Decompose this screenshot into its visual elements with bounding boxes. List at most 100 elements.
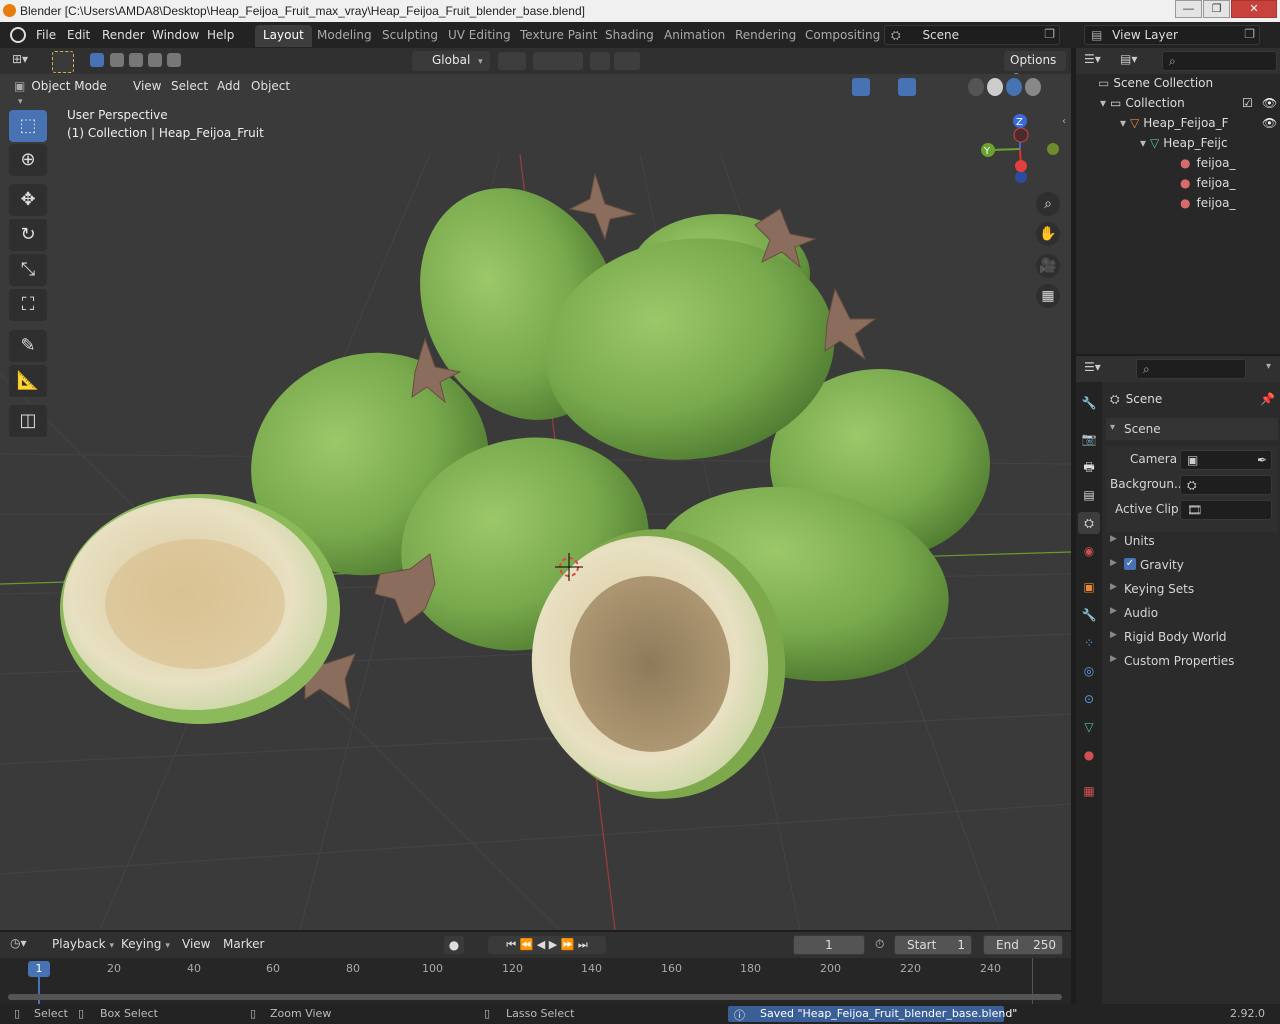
- options-dropdown[interactable]: Options: [1004, 51, 1066, 71]
- chevron-down-icon[interactable]: ▾: [1266, 361, 1271, 372]
- expand-arrow-icon[interactable]: ▾: [1120, 116, 1126, 130]
- outliner-display-mode-icon[interactable]: ▤▾: [1120, 52, 1148, 70]
- stopwatch-icon[interactable]: ⏱: [875, 937, 884, 952]
- start-frame-field[interactable]: Start 1: [894, 935, 972, 955]
- outliner-editor-type-icon[interactable]: ☰▾: [1084, 52, 1112, 70]
- snap-icon[interactable]: [533, 52, 583, 70]
- timeline-menu-keying[interactable]: Keying: [121, 937, 170, 951]
- tab-layout[interactable]: Layout: [255, 25, 312, 47]
- transform-tool-icon[interactable]: ⛶: [9, 289, 47, 321]
- data-tab-icon[interactable]: ▽: [1078, 716, 1100, 738]
- cursor-tool-icon[interactable]: ⊕: [9, 144, 47, 176]
- navigation-gizmo[interactable]: [989, 122, 1059, 183]
- gravity-section[interactable]: ▶ ✓ Gravity: [1106, 554, 1278, 576]
- view-layer-selector[interactable]: ▤ View Layer ❐: [1084, 25, 1260, 45]
- viewport-menu-add[interactable]: Add: [217, 79, 240, 93]
- tab-uv-editing[interactable]: UV Editing: [440, 25, 519, 47]
- playback-controls[interactable]: ⏮ ⏪ ◀ ▶ ⏩ ⏭: [488, 936, 606, 954]
- pivot-point-icon[interactable]: [498, 52, 526, 70]
- mode-subtract-icon[interactable]: [129, 53, 143, 67]
- background-scene-field[interactable]: ⛭: [1180, 475, 1272, 495]
- viewport-menu-object[interactable]: Object: [251, 79, 290, 93]
- rigid-body-world-section[interactable]: ▶ Rigid Body World: [1106, 626, 1278, 648]
- particles-tab-icon[interactable]: ⁘: [1078, 632, 1100, 654]
- record-icon[interactable]: ●: [444, 936, 464, 954]
- tool-tab-icon[interactable]: 🔧: [1078, 392, 1100, 414]
- mode-intersect-icon[interactable]: [167, 53, 181, 67]
- outliner-row-material[interactable]: ● feijoa_: [1180, 156, 1235, 176]
- overlay-toggle-icon[interactable]: [898, 78, 916, 96]
- properties-search-input[interactable]: ⌕: [1136, 359, 1246, 379]
- outliner-search-input[interactable]: ⌕: [1162, 51, 1277, 71]
- menu-edit[interactable]: Edit: [67, 28, 90, 42]
- tab-sculpting[interactable]: Sculpting: [374, 25, 446, 47]
- scene-selector[interactable]: ⛭ Scene ❐: [884, 25, 1060, 45]
- current-frame-marker[interactable]: 1: [28, 961, 50, 977]
- expand-arrow-icon[interactable]: ▾: [1100, 96, 1106, 110]
- timeline-menu-view[interactable]: View: [182, 937, 210, 951]
- 3d-viewport[interactable]: Z Y ▣ Object Mode View Select Add Object …: [0, 74, 1071, 930]
- mode-invert-icon[interactable]: [148, 53, 162, 67]
- mode-extend-icon[interactable]: [110, 53, 124, 67]
- measure-tool-icon[interactable]: 📐: [9, 365, 47, 397]
- eye-icon[interactable]: 👁: [1262, 96, 1277, 110]
- blender-menu-icon[interactable]: [10, 27, 26, 43]
- scale-tool-icon[interactable]: ⤡: [9, 254, 47, 286]
- checkbox-icon[interactable]: ☑: [1242, 96, 1253, 110]
- zoom-icon[interactable]: ⌕: [1036, 192, 1060, 216]
- gizmo-toggle-icon[interactable]: [852, 78, 870, 96]
- output-tab-icon[interactable]: 🖶: [1078, 456, 1100, 478]
- physics-tab-icon[interactable]: ◎: [1078, 660, 1100, 682]
- viewport-menu-select[interactable]: Select: [171, 79, 208, 93]
- scene-tab-icon[interactable]: ⛭: [1078, 512, 1100, 534]
- close-button[interactable]: ✕: [1231, 0, 1277, 18]
- menu-help[interactable]: Help: [207, 28, 234, 42]
- annotate-tool-icon[interactable]: ✎: [9, 330, 47, 362]
- copy-view-layer-icon[interactable]: ❐: [1244, 27, 1255, 41]
- solid-shading-icon[interactable]: [987, 78, 1003, 96]
- tab-modeling[interactable]: Modeling: [309, 25, 380, 47]
- menu-window[interactable]: Window: [152, 28, 199, 42]
- rotate-tool-icon[interactable]: ↻: [9, 219, 47, 251]
- menu-render[interactable]: Render: [102, 28, 145, 42]
- audio-section[interactable]: ▶ Audio: [1106, 602, 1278, 624]
- tab-shading[interactable]: Shading: [597, 25, 662, 47]
- material-shading-icon[interactable]: [1006, 78, 1022, 96]
- xray-toggle-icon[interactable]: [944, 78, 960, 96]
- proportional-edit-icon[interactable]: [590, 52, 610, 70]
- texture-tab-icon[interactable]: ▦: [1078, 780, 1100, 802]
- eye-icon[interactable]: 👁: [1262, 116, 1277, 130]
- timeline-editor-type-icon[interactable]: ◷▾: [10, 936, 38, 954]
- timeline-ruler[interactable]: 1 20 40 60 80 100 120 140 160 180 200 22…: [0, 958, 1071, 1004]
- wireframe-shading-icon[interactable]: [968, 78, 984, 96]
- world-tab-icon[interactable]: ◉: [1078, 540, 1100, 562]
- viewport-menu-view[interactable]: View: [133, 79, 161, 93]
- outliner-row-collection[interactable]: ▾ ▭ Collection ☑ 👁: [1100, 96, 1280, 116]
- transform-orientation-dropdown[interactable]: Global: [412, 51, 490, 71]
- material-tab-icon[interactable]: ●: [1078, 744, 1100, 766]
- move-tool-icon[interactable]: ✥: [9, 184, 47, 216]
- constraints-tab-icon[interactable]: ⊙: [1078, 688, 1100, 710]
- outliner-row-scene-collection[interactable]: ▭ Scene Collection: [1098, 76, 1213, 96]
- camera-field[interactable]: ▣ ✒: [1180, 450, 1272, 470]
- mode-dropdown[interactable]: ▣ Object Mode: [8, 77, 118, 97]
- menu-file[interactable]: File: [36, 28, 56, 42]
- keying-sets-section[interactable]: ▶ Keying Sets: [1106, 578, 1278, 600]
- timeline-menu-marker[interactable]: Marker: [223, 937, 264, 951]
- falloff-icon[interactable]: [614, 52, 640, 70]
- end-frame-field[interactable]: End 250: [983, 935, 1063, 955]
- active-clip-field[interactable]: 🎞: [1180, 500, 1272, 520]
- minimize-button[interactable]: —: [1175, 0, 1202, 18]
- copy-scene-icon[interactable]: ❐: [1044, 27, 1055, 41]
- expand-arrow-icon[interactable]: ▾: [1140, 136, 1146, 150]
- units-section[interactable]: ▶ Units: [1106, 530, 1278, 552]
- pan-hand-icon[interactable]: ✋: [1036, 222, 1060, 246]
- properties-editor-type-icon[interactable]: ☰▾: [1084, 360, 1112, 378]
- ortho-toggle-icon[interactable]: ▦: [1036, 284, 1060, 308]
- timeline-scrollbar[interactable]: [8, 994, 1062, 1000]
- outliner-row-material[interactable]: ● feijoa_: [1180, 176, 1235, 196]
- outliner-row-material[interactable]: ● feijoa_: [1180, 196, 1235, 216]
- sidebar-toggle-icon[interactable]: ‹: [1062, 116, 1066, 127]
- mode-new-icon[interactable]: [90, 53, 104, 67]
- pin-icon[interactable]: 📌: [1260, 392, 1275, 406]
